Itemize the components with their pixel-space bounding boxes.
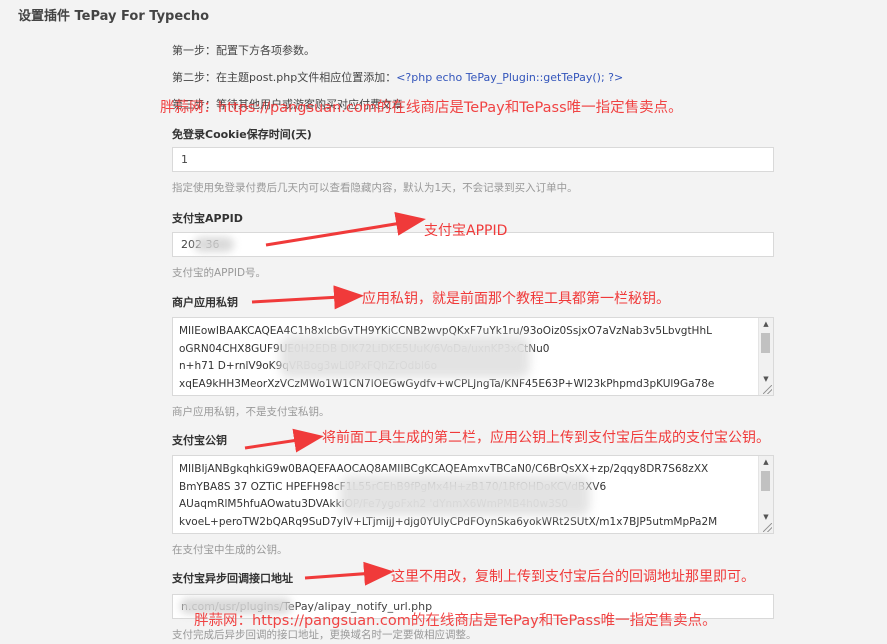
arrow-public-key-icon [244,428,324,453]
arrow-private-key-icon [251,285,364,310]
arrow-appid-icon [265,212,426,247]
arrow-notify-url-icon [304,561,394,586]
annotation-arrows [244,212,426,586]
